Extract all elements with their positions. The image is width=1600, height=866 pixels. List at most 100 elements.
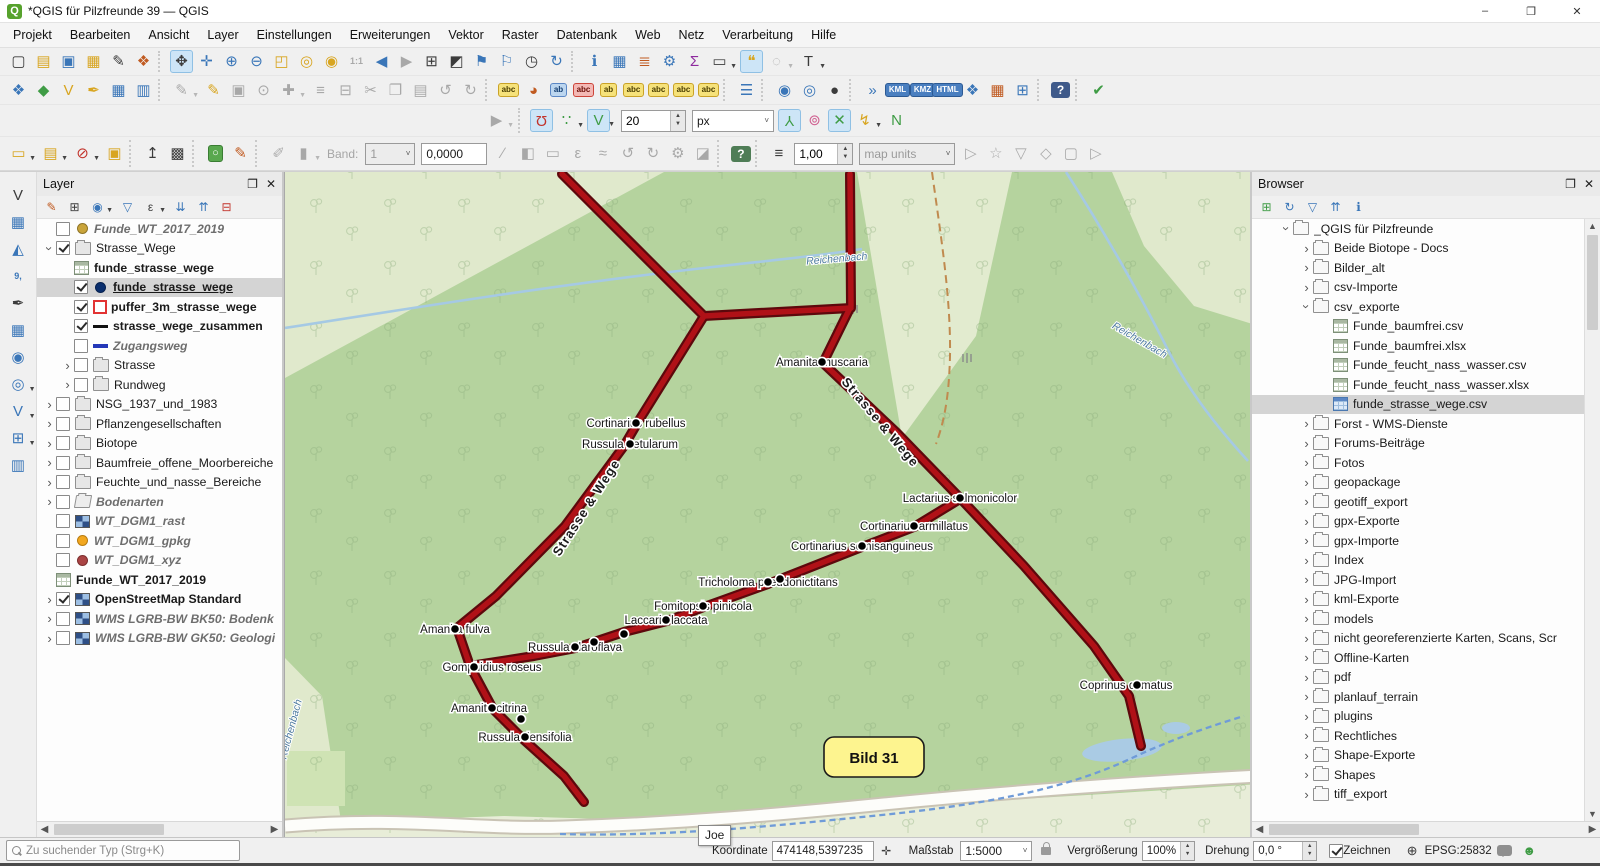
scroll-left-icon[interactable]: ◀: [37, 824, 52, 835]
layer-item-row[interactable]: Funde_WT_2017_2019: [37, 570, 282, 590]
layer-item-row[interactable]: ›Bodenarten: [37, 492, 282, 512]
magnifier-spinbox[interactable]: 100% ▲▼: [1142, 841, 1195, 861]
find-point[interactable]: [698, 601, 707, 610]
browser-item-row[interactable]: ›Rechtliches: [1252, 726, 1600, 746]
new-geopackage-layer-button[interactable]: ◆: [32, 79, 55, 102]
expander-icon[interactable]: ›: [1300, 573, 1313, 586]
filter-browser-button[interactable]: ▽: [1303, 198, 1322, 217]
save-project-as-button[interactable]: ▦: [82, 50, 105, 73]
layer-item-row[interactable]: ›Biotope: [37, 434, 282, 454]
expander-icon[interactable]: ›: [1300, 788, 1313, 801]
layer-item-row[interactable]: ›OpenStreetMap Standard: [37, 590, 282, 610]
osm-search-binoculars-button[interactable]: ●: [823, 79, 846, 102]
find-point[interactable]: [487, 703, 496, 712]
render-checkbox[interactable]: [1329, 844, 1343, 858]
add-group-button[interactable]: ⊞: [65, 198, 84, 217]
browser-item-row[interactable]: ›planlauf_terrain: [1252, 687, 1600, 707]
browser-item-row[interactable]: ›Bilder_alt: [1252, 258, 1600, 278]
add-mesh-layer-button[interactable]: ◭: [7, 238, 30, 261]
show-pinned-labels-button[interactable]: abc: [622, 79, 645, 102]
deselect-features-button[interactable]: ⊘▼: [71, 142, 94, 165]
layer-visibility-checkbox[interactable]: [74, 280, 88, 294]
browser-item-row[interactable]: ›_QGIS für Pilzfreunde: [1252, 219, 1600, 239]
expander-icon[interactable]: ›: [1300, 261, 1313, 274]
kml-import-button[interactable]: KML: [886, 79, 909, 102]
labeling-single-button[interactable]: ab: [547, 79, 570, 102]
snap-to-vertex-button[interactable]: V▼: [587, 109, 610, 132]
menu-item-bearbeiten[interactable]: Bearbeiten: [61, 25, 139, 45]
show-statistics-button[interactable]: Σ: [683, 50, 706, 73]
layer-visibility-checkbox[interactable]: [56, 397, 70, 411]
browser-item-row[interactable]: ›models: [1252, 609, 1600, 629]
new-postgis-layer-button[interactable]: ▦: [107, 79, 130, 102]
layer-item-row[interactable]: WT_DGM1_xyz: [37, 551, 282, 571]
new-virtual-layer-button[interactable]: ▥: [132, 79, 155, 102]
layer-visibility-checkbox[interactable]: [56, 612, 70, 626]
map-tips-button[interactable]: ❝: [740, 50, 763, 73]
expander-icon[interactable]: ›: [1300, 456, 1313, 469]
layer-item-row[interactable]: Funde_WT_2017_2019: [37, 219, 282, 239]
find-point[interactable]: [661, 615, 670, 624]
expander-icon[interactable]: ›: [1300, 632, 1313, 645]
zoom-to-selection-button[interactable]: ◉: [320, 50, 343, 73]
browser-vscrollbar[interactable]: ▲ ▼: [1584, 219, 1600, 821]
add-arcgis-layer-button[interactable]: ⊞▼: [7, 427, 30, 450]
style-manager-button[interactable]: ❖: [132, 50, 155, 73]
expander-icon[interactable]: ›: [61, 378, 74, 391]
layer-item-row[interactable]: funde_strasse_wege: [37, 258, 282, 278]
pan-to-selection-button[interactable]: ✛: [195, 50, 218, 73]
layer-item-row[interactable]: WT_DGM1_gpkg: [37, 531, 282, 551]
browser-item-row[interactable]: ›Fotos: [1252, 453, 1600, 473]
refresh-browser-button[interactable]: ↻: [1280, 198, 1299, 217]
float-panel-icon[interactable]: ❐: [247, 177, 258, 191]
new-map-view-button[interactable]: ⊞: [420, 50, 443, 73]
show-bookmarks-button[interactable]: ⚐: [495, 50, 518, 73]
snap-on-intersection-button[interactable]: ✕: [828, 109, 851, 132]
enable-tracing-button[interactable]: ↯▼: [853, 109, 876, 132]
zoom-in-button[interactable]: ⊕: [220, 50, 243, 73]
close-panel-icon[interactable]: ✕: [266, 177, 276, 191]
statistical-summary-button[interactable]: ≣: [633, 50, 656, 73]
expander-icon[interactable]: ›: [1300, 729, 1313, 742]
new-project-button[interactable]: ▢: [7, 50, 30, 73]
open-attribute-table-button[interactable]: ▦: [608, 50, 631, 73]
expander-icon[interactable]: ›: [1280, 222, 1293, 235]
menu-item-erweiterungen[interactable]: Erweiterungen: [341, 25, 440, 45]
osm-place-search-button[interactable]: ○: [204, 142, 227, 165]
raster-band[interactable]: 1˅: [365, 143, 415, 165]
new-shapefile-layer-button[interactable]: V: [57, 79, 80, 102]
browser-item-row[interactable]: ›nicht georeferenzierte Karten, Scans, S…: [1252, 629, 1600, 649]
menu-item-raster[interactable]: Raster: [493, 25, 548, 45]
expander-icon[interactable]: ›: [1300, 749, 1313, 762]
add-raster-layer-button[interactable]: ▦: [7, 211, 30, 234]
html-image-export-button[interactable]: HTML: [936, 79, 959, 102]
browser-item-row[interactable]: funde_strasse_wege.csv: [1252, 395, 1600, 415]
spin-arrows-icon[interactable]: ▲▼: [670, 111, 685, 131]
menu-item-hilfe[interactable]: Hilfe: [802, 25, 845, 45]
avoid-overlap-button[interactable]: N: [885, 109, 908, 132]
menu-item-einstellungen[interactable]: Einstellungen: [248, 25, 341, 45]
toggle-editing-button[interactable]: ✎: [202, 79, 225, 102]
collapse-all-button[interactable]: ⇈: [194, 198, 213, 217]
manage-map-themes-button[interactable]: ◉▼: [88, 198, 107, 217]
temporal-controller-button[interactable]: ◷: [520, 50, 543, 73]
add-vector-layer-button[interactable]: V: [7, 184, 30, 207]
layer-visibility-checkbox[interactable]: [74, 378, 88, 392]
crs-status[interactable]: EPSG:25832: [1425, 845, 1492, 857]
expander-icon[interactable]: ›: [1300, 476, 1313, 489]
expander-icon[interactable]: ›: [1300, 554, 1313, 567]
expander-icon[interactable]: ›: [43, 242, 56, 255]
stroke-width-input[interactable]: [795, 144, 837, 164]
close-button[interactable]: ✕: [1554, 0, 1600, 22]
browser-item-row[interactable]: ›Shapes: [1252, 765, 1600, 785]
browser-item-row[interactable]: Funde_baumfrei.xlsx: [1252, 336, 1600, 356]
show-properties-button[interactable]: ℹ: [1349, 198, 1368, 217]
expander-icon[interactable]: ›: [1300, 612, 1313, 625]
find-point[interactable]: [775, 574, 784, 583]
snapping-tolerance-input[interactable]: [622, 111, 670, 131]
layer-visibility-checkbox[interactable]: [56, 631, 70, 645]
find-point[interactable]: [817, 357, 826, 366]
snapping-on-intersection-button[interactable]: ⊚: [803, 109, 826, 132]
browser-item-row[interactable]: ›gpx-Importe: [1252, 531, 1600, 551]
new-spatialite-layer-button[interactable]: ✒: [82, 79, 105, 102]
